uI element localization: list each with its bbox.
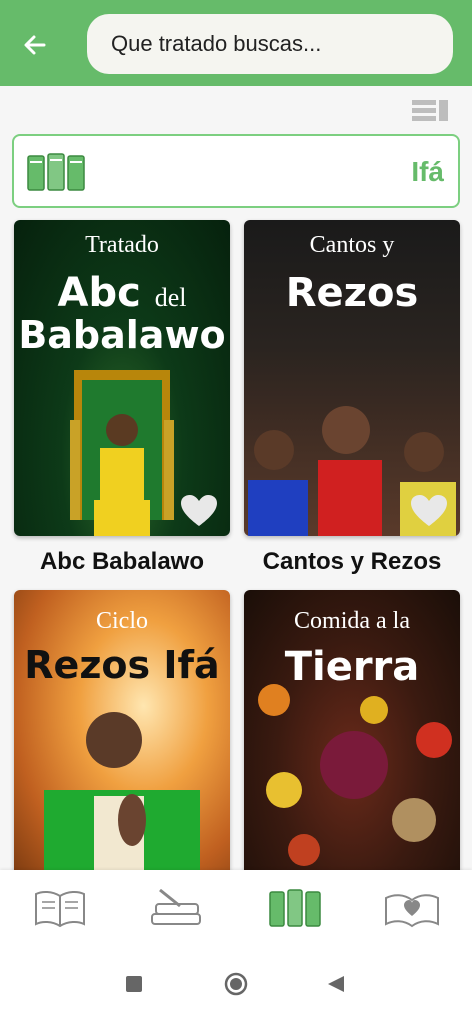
book-card-rezos-ifa[interactable]: Ciclo Rezos Ifá: [14, 590, 230, 880]
cover-pre-text: Comida a la: [294, 608, 410, 634]
recents-square-icon[interactable]: [124, 974, 144, 994]
favorite-heart-icon[interactable]: [180, 494, 218, 528]
cover-pre-text: Cantos y: [309, 232, 395, 258]
book-card-cantos-y-rezos[interactable]: Cantos y Rezos: [244, 220, 460, 536]
search-input[interactable]: [87, 14, 453, 74]
bottom-navigation: [0, 870, 472, 946]
search-box[interactable]: [87, 14, 453, 74]
book-title: Cantos y Rezos: [262, 548, 442, 575]
cover-pre-text: Ciclo: [96, 608, 148, 634]
category-filter[interactable]: Ifá: [12, 134, 460, 208]
system-navigation-bar: [0, 946, 472, 1024]
cover-big-line-1: Rezos: [285, 270, 419, 316]
back-triangle-icon[interactable]: [326, 974, 346, 994]
cover-pre-text: Tratado: [85, 232, 159, 258]
grid-list-toggle-icon[interactable]: [412, 100, 448, 122]
cover-big-line-1: Tierra: [284, 644, 420, 690]
book-card-abc-babalawo[interactable]: Tratado Abc del Babalawo: [14, 220, 230, 536]
filter-label: Ifá: [411, 156, 444, 187]
favorite-heart-icon[interactable]: [410, 494, 448, 528]
cover-throne-illustration: [70, 370, 174, 536]
cover-big-line-2: Babalawo: [18, 313, 226, 357]
books-icon: [27, 153, 85, 191]
library-icon[interactable]: [266, 886, 326, 930]
books-stack-icon[interactable]: [146, 886, 206, 930]
app-header: [0, 0, 472, 86]
book-card-comida-a-la-tierra[interactable]: Comida a la Tierra: [244, 590, 460, 880]
cover-big-line-1: Rezos Ifá: [24, 643, 220, 687]
home-circle-icon[interactable]: [224, 972, 248, 996]
open-book-icon[interactable]: [30, 886, 90, 930]
arrow-left-icon[interactable]: [18, 28, 52, 62]
heart-book-icon[interactable]: [382, 886, 442, 930]
book-title: Abc Babalawo: [39, 548, 205, 575]
cover-big-line-1: Abc del: [57, 270, 187, 316]
cover-crowd-illustration: [248, 406, 456, 536]
